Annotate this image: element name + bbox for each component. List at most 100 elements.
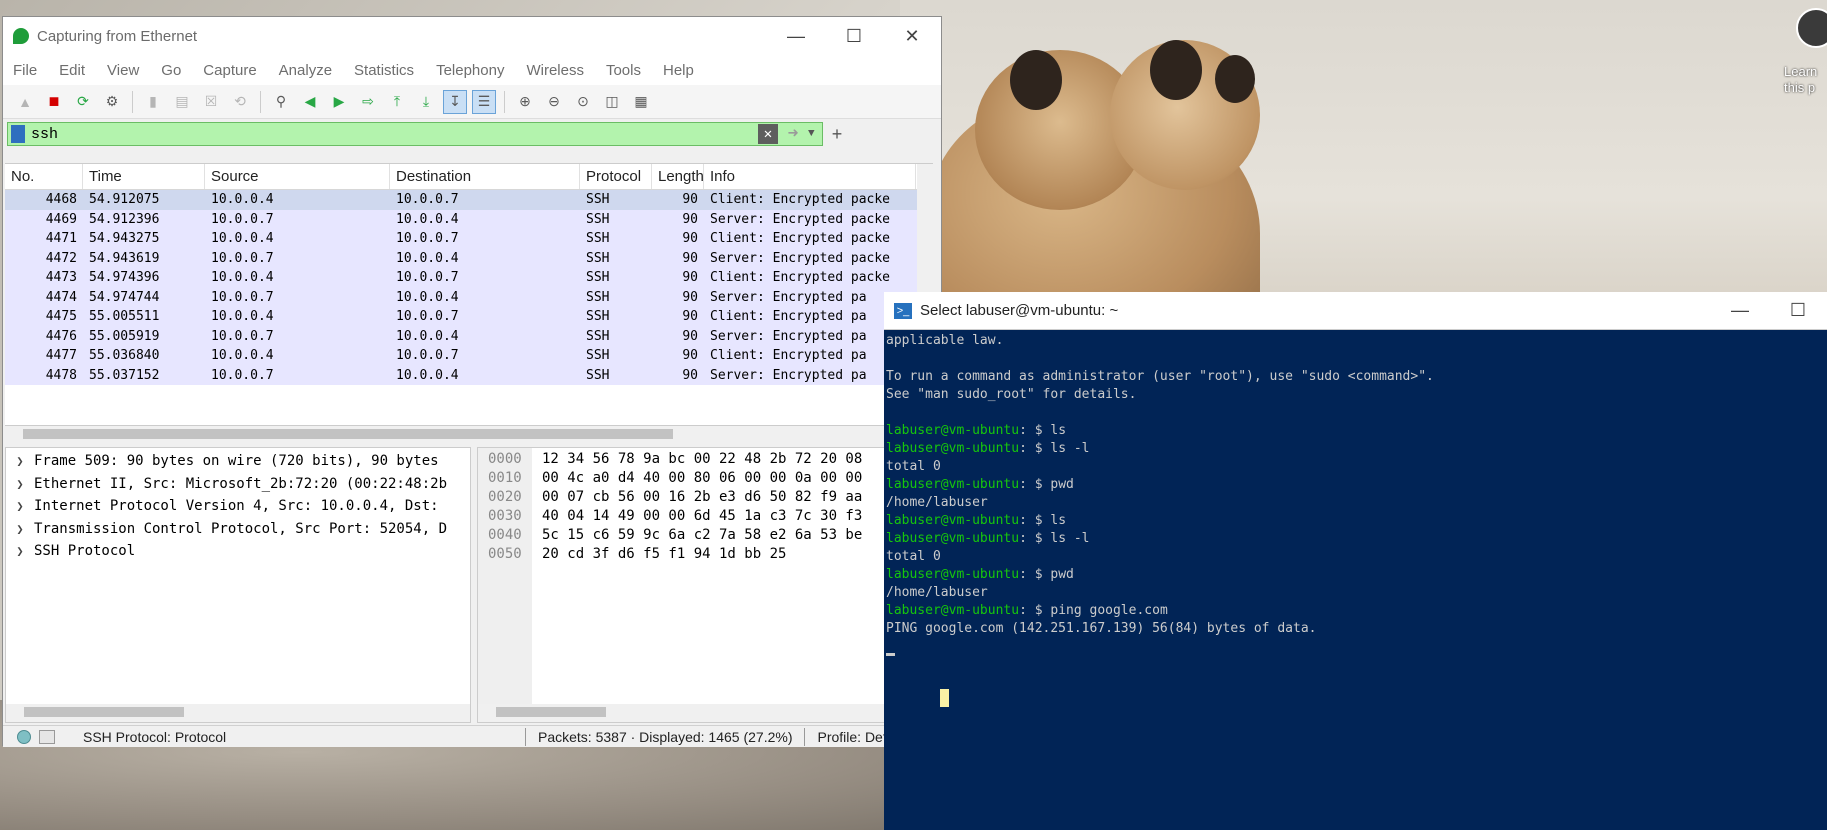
packet-list: No. Time Source Destination Protocol Len…	[5, 163, 933, 425]
column-header-source[interactable]: Source	[205, 164, 390, 189]
restart-capture-icon[interactable]: ⟳	[71, 90, 95, 114]
column-header-time[interactable]: Time	[83, 164, 205, 189]
column-header-info[interactable]: Info	[704, 164, 916, 189]
close-file-icon[interactable]: ☒	[199, 90, 223, 114]
packet-length-cell: 90	[682, 328, 698, 344]
status-profile[interactable]: Profile: Def	[817, 729, 886, 745]
column-header-length[interactable]: Length	[652, 164, 704, 189]
save-file-icon[interactable]: ▤	[170, 90, 194, 114]
hex-row[interactable]: 0030 40 04 14 49 00 00 6d 45 1a c3 7c 30 …	[478, 507, 932, 526]
menu-wireless[interactable]: Wireless	[526, 62, 584, 79]
detail-tree-item[interactable]: ❯ Frame 509: 90 bytes on wire (720 bits),…	[6, 450, 470, 473]
column-header-destination[interactable]: Destination	[390, 164, 580, 189]
menu-statistics[interactable]: Statistics	[354, 62, 414, 79]
zoom-reset-icon[interactable]: ⊙	[571, 90, 595, 114]
hex-row[interactable]: 0050 20 cd 3f d6 f5 f1 94 1d bb 25	[478, 545, 932, 564]
go-forward-icon[interactable]: ▶	[327, 90, 351, 114]
capture-options-icon[interactable]: ⚙	[100, 90, 124, 114]
menu-view[interactable]: View	[107, 62, 139, 79]
table-row[interactable]: 4473 54.974396 10.0.0.4 10.0.0.7 SSH 90 Client…	[5, 268, 933, 288]
expert-info-icon[interactable]	[17, 729, 31, 744]
open-file-icon[interactable]: ▮	[141, 90, 165, 114]
zoom-in-icon[interactable]: ⊕	[513, 90, 537, 114]
packet-no-cell: 4469	[45, 211, 77, 227]
filter-bookmark-icon[interactable]	[11, 125, 25, 143]
packet-list-hscroll[interactable]	[5, 425, 933, 441]
wireshark-titlebar[interactable]: Capturing from Ethernet — ☐ ✕	[3, 17, 941, 55]
expand-chevron-icon[interactable]: ❯	[6, 544, 34, 558]
autoscroll-icon[interactable]: ↧	[443, 89, 467, 114]
scroll-thumb[interactable]	[23, 429, 673, 439]
scroll-thumb[interactable]	[496, 707, 606, 717]
table-row[interactable]: 4476 55.005919 10.0.0.7 10.0.0.4 SSH 90 Server…	[5, 326, 933, 346]
terminal-window[interactable]: >_ Select labuser@vm-ubuntu: ~ — ☐ appli…	[884, 292, 1827, 830]
apply-filter-icon[interactable]: ➜	[778, 124, 808, 145]
table-row[interactable]: 4475 55.005511 10.0.0.4 10.0.0.7 SSH 90 Client…	[5, 307, 933, 327]
expand-chevron-icon[interactable]: ❯	[6, 454, 34, 468]
column-header-protocol[interactable]: Protocol	[580, 164, 652, 189]
go-last-icon[interactable]: ⤓	[414, 90, 438, 114]
layout-icon[interactable]: ▦	[629, 90, 653, 114]
go-to-packet-icon[interactable]: ⇨	[356, 90, 380, 114]
colorize-icon[interactable]: ☰	[472, 89, 496, 114]
go-back-icon[interactable]: ◀	[298, 90, 322, 114]
table-row[interactable]: 4468 54.912075 10.0.0.4 10.0.0.7 SSH 90 Client…	[5, 190, 933, 210]
bytes-hscroll[interactable]	[478, 704, 932, 722]
expand-chevron-icon[interactable]: ❯	[6, 522, 34, 536]
detail-tree-item[interactable]: ❯ Transmission Control Protocol, Src Port…	[6, 518, 470, 541]
menu-telephony[interactable]: Telephony	[436, 62, 504, 79]
menu-edit[interactable]: Edit	[59, 62, 85, 79]
filter-dropdown-icon[interactable]: ▼	[808, 128, 822, 140]
maximize-button[interactable]: ☐	[825, 17, 883, 55]
close-button[interactable]: ✕	[883, 17, 941, 55]
table-row[interactable]: 4478 55.037152 10.0.0.7 10.0.0.4 SSH 90 Server…	[5, 365, 933, 385]
menu-file[interactable]: File	[13, 62, 37, 79]
menu-analyze[interactable]: Analyze	[279, 62, 332, 79]
table-row[interactable]: 4469 54.912396 10.0.0.7 10.0.0.4 SSH 90 Server…	[5, 209, 933, 229]
add-filter-button-icon[interactable]: +	[827, 124, 847, 145]
packet-source-cell: 10.0.0.4	[211, 309, 274, 324]
packet-protocol-cell: SSH	[586, 367, 610, 383]
terminal-line: labuser@vm-ubuntu: $ ls -l	[886, 530, 1827, 548]
minimize-button[interactable]: —	[1711, 292, 1769, 329]
resize-columns-icon[interactable]: ◫	[600, 90, 624, 114]
status-bar: SSH Protocol: Protocol Packets: 5387 · D…	[3, 725, 941, 747]
menu-go[interactable]: Go	[161, 62, 181, 79]
menu-tools[interactable]: Tools	[606, 62, 641, 79]
find-packet-icon[interactable]: ⚲	[269, 90, 293, 114]
menu-capture[interactable]: Capture	[203, 62, 256, 79]
maximize-button[interactable]: ☐	[1769, 292, 1827, 329]
clear-filter-icon[interactable]: ✕	[758, 124, 778, 144]
terminal-output[interactable]: applicable law. To run a command as admin…	[884, 330, 1827, 656]
hex-row[interactable]: 0000 12 34 56 78 9a bc 00 22 48 2b 72 20 …	[478, 450, 932, 469]
hex-row[interactable]: 0040 5c 15 c6 59 9c 6a c2 7a 58 e2 6a 53 …	[478, 526, 932, 545]
terminal-titlebar[interactable]: >_ Select labuser@vm-ubuntu: ~ — ☐	[884, 292, 1827, 330]
stop-capture-icon[interactable]: ■	[42, 90, 66, 114]
details-hscroll[interactable]	[6, 704, 470, 722]
start-capture-icon[interactable]: ▲	[13, 90, 37, 114]
capture-comment-icon[interactable]	[39, 729, 55, 744]
table-row[interactable]: 4477 55.036840 10.0.0.4 10.0.0.7 SSH 90 Client…	[5, 346, 933, 366]
detail-tree-item[interactable]: ❯ Internet Protocol Version 4, Src: 10.0.…	[6, 495, 470, 518]
packet-no-cell: 4468	[45, 192, 77, 207]
desktop-notification[interactable]: Learn this p	[1784, 0, 1827, 110]
table-row[interactable]: 4474 54.974744 10.0.0.7 10.0.0.4 SSH 90 Server…	[5, 287, 933, 307]
terminal-title: Select labuser@vm-ubuntu: ~	[920, 302, 1119, 319]
zoom-out-icon[interactable]: ⊖	[542, 90, 566, 114]
minimize-button[interactable]: —	[767, 17, 825, 55]
detail-tree-item[interactable]: ❯ Ethernet II, Src: Microsoft_2b:72:20 (0…	[6, 473, 470, 496]
hex-row[interactable]: 0010 00 4c a0 d4 40 00 80 06 00 00 0a 00 …	[478, 469, 932, 488]
table-row[interactable]: 4472 54.943619 10.0.0.7 10.0.0.4 SSH 90 Server…	[5, 248, 933, 268]
column-header-no[interactable]: No.	[5, 164, 83, 189]
detail-tree-item[interactable]: ❯ SSH Protocol	[6, 540, 470, 563]
display-filter-input[interactable]: ssh ✕ ➜ ▼	[7, 122, 823, 146]
hex-row[interactable]: 0020 00 07 cb 56 00 16 2b e3 d6 50 82 f9 …	[478, 488, 932, 507]
terminal-line: See "man sudo_root" for details.	[886, 386, 1827, 404]
menu-help[interactable]: Help	[663, 62, 694, 79]
go-first-icon[interactable]: ⤒	[385, 90, 409, 114]
expand-chevron-icon[interactable]: ❯	[6, 499, 34, 513]
reload-file-icon[interactable]: ⟲	[228, 90, 252, 114]
table-row[interactable]: 4471 54.943275 10.0.0.4 10.0.0.7 SSH 90 Client…	[5, 229, 933, 249]
scroll-thumb[interactable]	[24, 707, 184, 717]
expand-chevron-icon[interactable]: ❯	[6, 477, 34, 491]
